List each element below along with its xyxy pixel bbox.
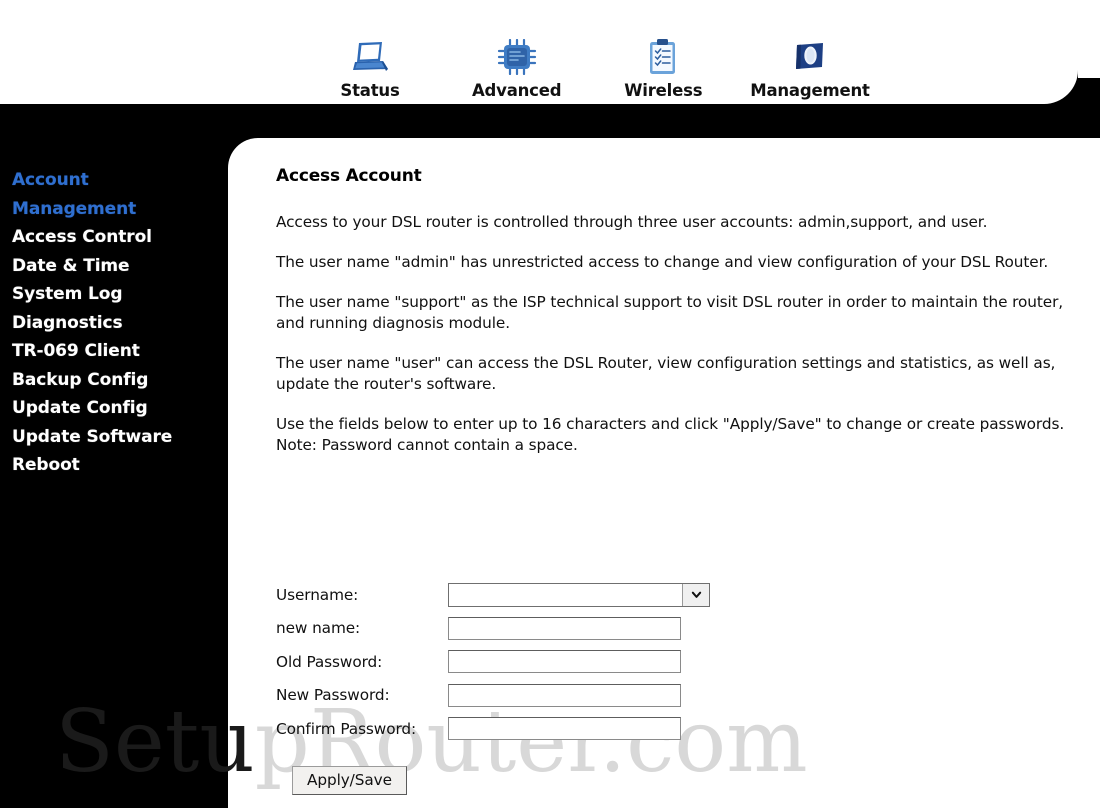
clipboard-checklist-icon xyxy=(641,35,685,79)
form-row-confirm-password: Confirm Password: xyxy=(276,712,710,746)
sidebar-item-reboot[interactable]: Reboot xyxy=(0,451,228,480)
sidebar-item-diagnostics[interactable]: Diagnostics xyxy=(0,309,228,338)
page-title: Access Account xyxy=(276,166,422,186)
form-row-new-name: new name: xyxy=(276,612,710,646)
username-select-value xyxy=(449,583,682,606)
flag-banner-icon xyxy=(788,35,832,79)
sidebar-item-access-control[interactable]: Access Control xyxy=(0,223,228,252)
support-account-paragraph: The user name "support" as the ISP techn… xyxy=(276,293,1064,332)
chevron-down-icon[interactable] xyxy=(682,583,709,606)
admin-account-paragraph: The user name "admin" has unrestricted a… xyxy=(276,253,1049,271)
top-navigation: Status Advanced Wireless Management xyxy=(300,8,880,100)
form-row-new-password: New Password: xyxy=(276,679,710,713)
sidebar-item-update-software[interactable]: Update Software xyxy=(0,423,228,452)
sidebar-item-system-log[interactable]: System Log xyxy=(0,280,228,309)
form-row-old-password: Old Password: xyxy=(276,645,710,679)
sidebar-item-tr-069-client[interactable]: TR-069 Client xyxy=(0,337,228,366)
topnav-label: Advanced xyxy=(471,81,562,100)
topnav-label: Management xyxy=(750,81,870,100)
new-name-input[interactable] xyxy=(448,616,681,640)
topnav-item-status[interactable]: Status xyxy=(300,35,440,100)
topnav-label: Wireless xyxy=(624,81,703,100)
new-password-label: New Password: xyxy=(276,686,390,705)
sidebar-item-account-management[interactable]: Account Management xyxy=(0,166,228,223)
old-password-input[interactable] xyxy=(448,650,681,674)
topnav-label: Status xyxy=(340,81,400,100)
username-label: Username: xyxy=(276,585,359,604)
sidebar-item-date-time[interactable]: Date & Time xyxy=(0,252,228,281)
header-right-fill xyxy=(1078,0,1100,78)
content-body: Access Account Access to your DSL router… xyxy=(276,166,1088,475)
old-password-label: Old Password: xyxy=(276,652,383,671)
sidebar-item-backup-config[interactable]: Backup Config xyxy=(0,366,228,395)
top-header-band: Status Advanced Wireless Management xyxy=(0,0,1078,104)
sidebar-item-update-config[interactable]: Update Config xyxy=(0,394,228,423)
topnav-item-management[interactable]: Management xyxy=(740,35,880,100)
cpu-chip-icon xyxy=(495,35,539,79)
form-row-username: Username: xyxy=(276,578,710,612)
router-admin-page: Status Advanced Wireless Management Acco… xyxy=(0,0,1100,808)
new-name-label: new name: xyxy=(276,619,361,638)
confirm-password-input[interactable] xyxy=(448,717,681,741)
confirm-password-label: Confirm Password: xyxy=(276,719,417,738)
access-account-form: Username: new name: Old Password: New Pa… xyxy=(276,578,710,795)
user-account-paragraph: The user name "user" can access the DSL … xyxy=(276,354,1056,393)
topnav-item-wireless[interactable]: Wireless xyxy=(593,35,733,100)
new-password-input[interactable] xyxy=(448,683,681,707)
form-actions: Apply/Save xyxy=(276,765,710,795)
instructions-paragraph: Use the fields below to enter up to 16 c… xyxy=(276,415,1065,454)
laptop-icon xyxy=(348,35,392,79)
intro-paragraph: Access to your DSL router is controlled … xyxy=(276,213,988,231)
apply-save-button[interactable]: Apply/Save xyxy=(292,765,407,795)
username-select[interactable] xyxy=(448,582,710,607)
topnav-item-advanced[interactable]: Advanced xyxy=(447,35,587,100)
sidebar-navigation: Account Management Access Control Date &… xyxy=(0,104,228,808)
